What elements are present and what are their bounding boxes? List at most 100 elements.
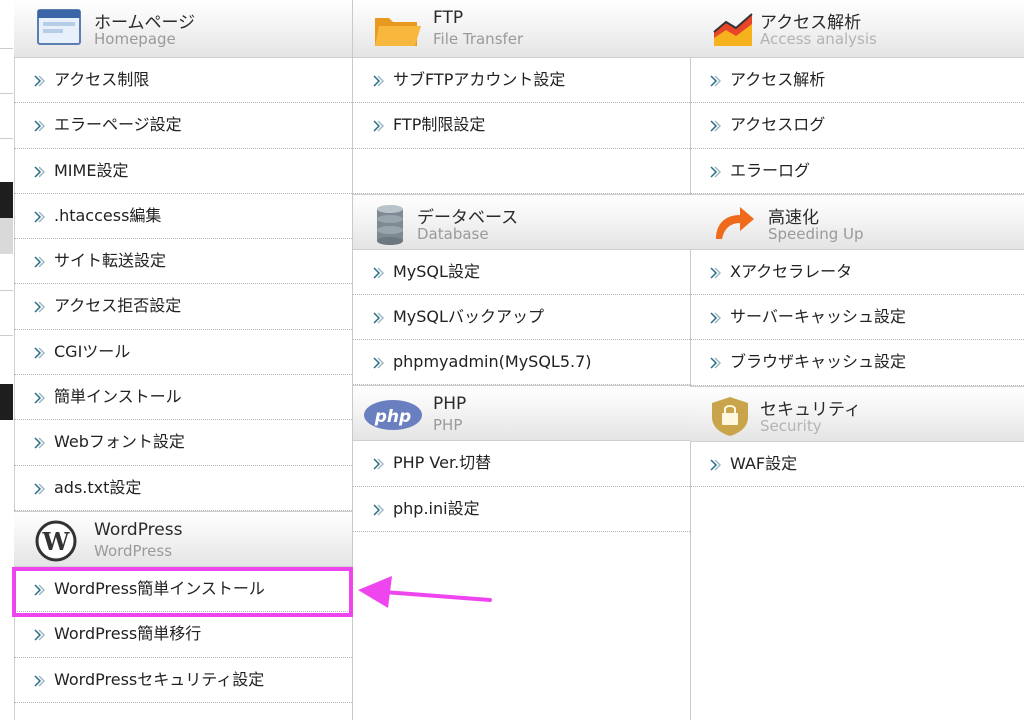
menu-item-label: WordPressセキュリティ設定 [54,669,265,689]
menu-item-php-ini[interactable]: php.ini設定 [353,487,690,533]
menu-item-web[interactable]: Webフォント設定 [14,420,352,466]
menu-item-wordpress[interactable]: WordPress簡単移行 [14,612,352,658]
menu-item-phpmyadmin-mysql5-7[interactable]: phpmyadmin(MySQL5.7) [353,340,690,386]
menu-item-htaccess[interactable]: .htaccess編集 [14,194,352,240]
chevron-right-icon [373,312,385,324]
menu-item-mime[interactable]: MIME設定 [14,149,352,194]
edge-dark-block [0,182,13,218]
menu-item-c3a-2[interactable]: エラーログ [690,149,1024,194]
menu-item-mysql[interactable]: MySQLバックアップ [353,295,690,341]
section-subtitle: Security [760,416,822,435]
menu-item-label: MySQL設定 [393,261,480,281]
wordpress-logo-icon: W [35,520,77,562]
section-title: PHP [433,394,467,415]
edge-divider [0,138,13,139]
menu-item-c3a-0[interactable]: アクセス解析 [690,58,1024,104]
chevron-right-icon [710,267,722,279]
section-subtitle: PHP [433,416,463,435]
menu-item-label: アクセスログ [730,115,826,135]
chevron-right-icon [34,166,46,178]
edge-divider [0,335,13,336]
menu-item-label: サイト転送設定 [54,251,167,271]
menu-item-label: 簡単インストール [54,387,182,407]
svg-text:W: W [42,527,71,556]
section-header-access: アクセス解析 Access analysis [690,0,1024,58]
menu-item-mysql[interactable]: MySQL設定 [353,250,690,295]
menu-item-label: Xアクセラレータ [730,261,853,281]
chevron-right-icon [373,120,385,132]
menu-item-label: アクセス拒否設定 [54,296,182,316]
section-subtitle: File Transfer [433,30,524,48]
menu-item-label: ブラウザキャッシュ設定 [730,352,907,372]
menu-item-ftp[interactable]: サブFTPアカウント設定 [353,58,690,104]
section-header-speed: 高速化 Speeding Up [690,193,1024,250]
section-header-security: セキュリティ Security [690,385,1024,442]
menu-item-c3a-1[interactable]: アクセスログ [690,103,1024,149]
empty-row [353,149,690,194]
chevron-right-icon [34,256,46,268]
section-subtitle: WordPress [94,541,173,560]
menu-item-php-ver[interactable]: PHP Ver.切替 [353,441,690,487]
menu-item-label: Webフォント設定 [54,432,185,452]
menu-item-label: サブFTPアカウント設定 [393,70,566,89]
menu-item-label: .htaccess編集 [54,205,162,225]
chevron-right-icon [710,120,722,132]
column-access: アクセス解析 Access analysis アクセス解析 アクセスログ エラーログ… [690,0,1024,720]
menu-item-label: CGIツール [54,341,131,361]
highlight-box [12,567,353,617]
edge-dark-block [0,384,13,420]
menu-item-label: phpmyadmin(MySQL5.7) [393,352,592,372]
menu-item-c1a-4[interactable]: サイト転送設定 [14,239,352,285]
menu-item-label: MySQLバックアップ [393,306,544,326]
menu-item-ftp[interactable]: FTP制限設定 [353,103,690,149]
access-chart-icon [713,13,753,46]
menu-item-ads-txt[interactable]: ads.txt設定 [14,466,352,511]
section-subtitle: Access analysis [760,30,877,48]
php-logo-text: php [374,407,411,427]
chevron-right-icon [373,75,385,87]
menu-item-label: PHP Ver.切替 [393,453,492,473]
menu-item-c1a-1[interactable]: エラーページ設定 [14,103,352,149]
menu-item-label: WordPress簡単移行 [54,624,202,644]
menu-item-x[interactable]: Xアクセラレータ [690,250,1024,296]
section-title: FTP [433,8,464,28]
menu-item-label: ads.txt設定 [54,477,142,497]
menu-item-waf[interactable]: WAF設定 [690,442,1024,488]
chevron-right-icon [373,357,385,369]
menu-item-cgi[interactable]: CGIツール [14,330,352,376]
chevron-right-icon [710,166,722,178]
section-subtitle: Speeding Up [768,224,864,243]
section-header-homepage: ホームページ Homepage [14,0,352,58]
menu-item-c3b-2[interactable]: ブラウザキャッシュ設定 [690,340,1024,386]
section-header-database: データベース Database [353,193,690,250]
chevron-right-icon [34,120,46,132]
folder-icon [375,18,421,46]
database-icon [377,204,403,245]
edge-gray-block [0,218,13,254]
homepage-window-icon [37,9,81,45]
menu-item-label: エラーページ設定 [54,115,182,135]
menu-item-label: エラーログ [730,160,811,180]
chevron-right-icon [34,75,46,87]
section-header-ftp: FTP File Transfer [353,0,690,58]
menu-item-c1a-5[interactable]: アクセス拒否設定 [14,284,352,330]
menu-item-wordpress[interactable]: WordPressセキュリティ設定 [14,658,352,703]
chevron-right-icon [34,347,46,359]
section-header-php: php PHP PHP [353,385,690,442]
edge-divider [0,290,13,291]
menu-item-c3b-1[interactable]: サーバーキャッシュ設定 [690,295,1024,341]
chevron-right-icon [34,301,46,314]
menu-item-label: アクセス制限 [54,70,150,89]
chevron-right-icon [34,437,46,449]
menu-item-label: アクセス解析 [730,70,826,89]
menu-item-label: MIME設定 [54,160,129,180]
php-logo-icon: php [364,400,422,431]
chevron-right-icon [710,357,722,370]
chevron-right-icon [34,392,46,404]
lock-shield-icon [712,396,748,436]
chevron-right-icon [34,483,46,495]
chevron-right-icon [34,675,46,687]
section-subtitle: Homepage [94,30,176,48]
menu-item-c1a-0[interactable]: アクセス制限 [14,58,352,104]
menu-item-c1a-7[interactable]: 簡単インストール [14,375,352,421]
